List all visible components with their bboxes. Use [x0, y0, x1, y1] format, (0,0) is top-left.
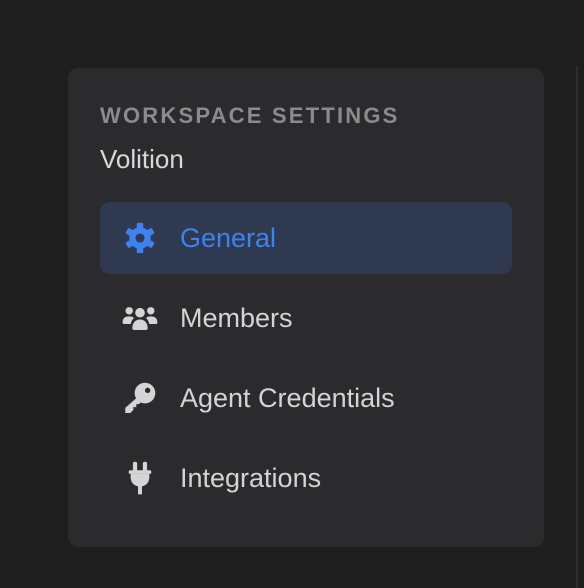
section-heading: WORKSPACE SETTINGS [100, 103, 400, 128]
settings-screen: WORKSPACE SETTINGS Volition General Memb… [0, 0, 584, 588]
plug-icon [122, 460, 158, 496]
sidebar-item-general[interactable]: General [100, 202, 512, 274]
settings-nav: General Members Agent Credentials Integr… [100, 202, 512, 514]
gear-icon [122, 220, 158, 256]
sidebar-item-members[interactable]: Members [100, 282, 512, 354]
sidebar-item-label: General [180, 223, 277, 253]
sidebar-item-label: Members [180, 303, 293, 333]
sidebar-item-label: Integrations [180, 463, 322, 493]
content-divider [576, 66, 578, 588]
workspace-name: Volition [100, 144, 184, 174]
sidebar-item-integrations[interactable]: Integrations [100, 442, 512, 514]
users-icon [122, 300, 158, 336]
sidebar-item-label: Agent Credentials [180, 383, 395, 413]
key-icon [122, 380, 158, 416]
sidebar-item-agent-credentials[interactable]: Agent Credentials [100, 362, 512, 434]
workspace-settings-sidebar: WORKSPACE SETTINGS Volition General Memb… [68, 68, 544, 547]
